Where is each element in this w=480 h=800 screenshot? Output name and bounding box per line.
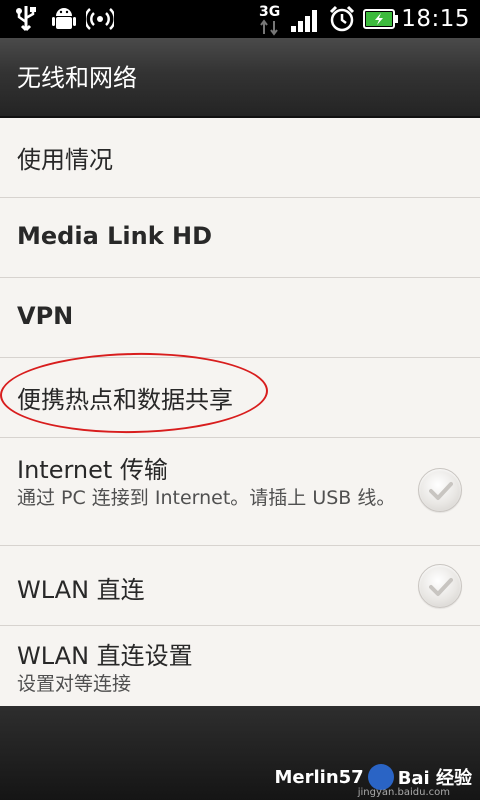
- settings-item-vpn[interactable]: VPN: [0, 278, 480, 358]
- watermark-url: jingyan.baidu.com: [357, 787, 450, 798]
- settings-item-label: Media Link HD: [17, 222, 213, 250]
- settings-item-label: Internet 传输: [17, 456, 168, 484]
- settings-item-label: WLAN 直连: [17, 576, 145, 604]
- internet-pass-through-checkbox[interactable]: [418, 468, 462, 512]
- bottom-bar: Merlin57 Bai 经验 jingyan.baidu.com: [0, 706, 480, 800]
- settings-item-description: 设置对等连接: [17, 673, 132, 695]
- status-bar: 3G 18:15: [0, 0, 480, 38]
- settings-item-media-link-hd[interactable]: Media Link HD: [0, 198, 480, 278]
- settings-item-label: VPN: [17, 302, 74, 330]
- settings-item-wlan-direct-settings[interactable]: WLAN 直连设置 设置对等连接: [0, 626, 480, 706]
- settings-item-label: 使用情况: [17, 146, 113, 174]
- usb-icon: [14, 4, 38, 34]
- wlan-direct-checkbox[interactable]: [418, 564, 462, 608]
- checkmark-icon: [429, 578, 453, 596]
- screen: 3G 18:15 无线和网络 使用情况 Media Link HD VPN 便携…: [0, 0, 480, 800]
- settings-item-description: 通过 PC 连接到 Internet。请插上 USB 线。: [17, 487, 396, 509]
- settings-item-label: WLAN 直连设置: [17, 642, 193, 670]
- signal-icon: [290, 4, 322, 34]
- title-bar: 无线和网络: [0, 38, 480, 118]
- android-debug-icon: [50, 4, 78, 34]
- battery-charging-icon: [363, 8, 399, 30]
- page-title: 无线和网络: [17, 64, 137, 92]
- watermark-author: Merlin57: [274, 766, 364, 788]
- alarm-icon: [328, 4, 356, 34]
- settings-item-internet-pass-through[interactable]: Internet 传输 通过 PC 连接到 Internet。请插上 USB 线…: [0, 438, 480, 546]
- mobile-data-icon: 3G: [258, 2, 284, 36]
- settings-item-usage[interactable]: 使用情况: [0, 118, 480, 198]
- svg-text:3G: 3G: [259, 4, 280, 20]
- clock-time: 18:15: [401, 6, 470, 32]
- checkmark-icon: [429, 482, 453, 500]
- hotspot-icon: [86, 4, 114, 34]
- settings-item-wlan-direct[interactable]: WLAN 直连: [0, 546, 480, 626]
